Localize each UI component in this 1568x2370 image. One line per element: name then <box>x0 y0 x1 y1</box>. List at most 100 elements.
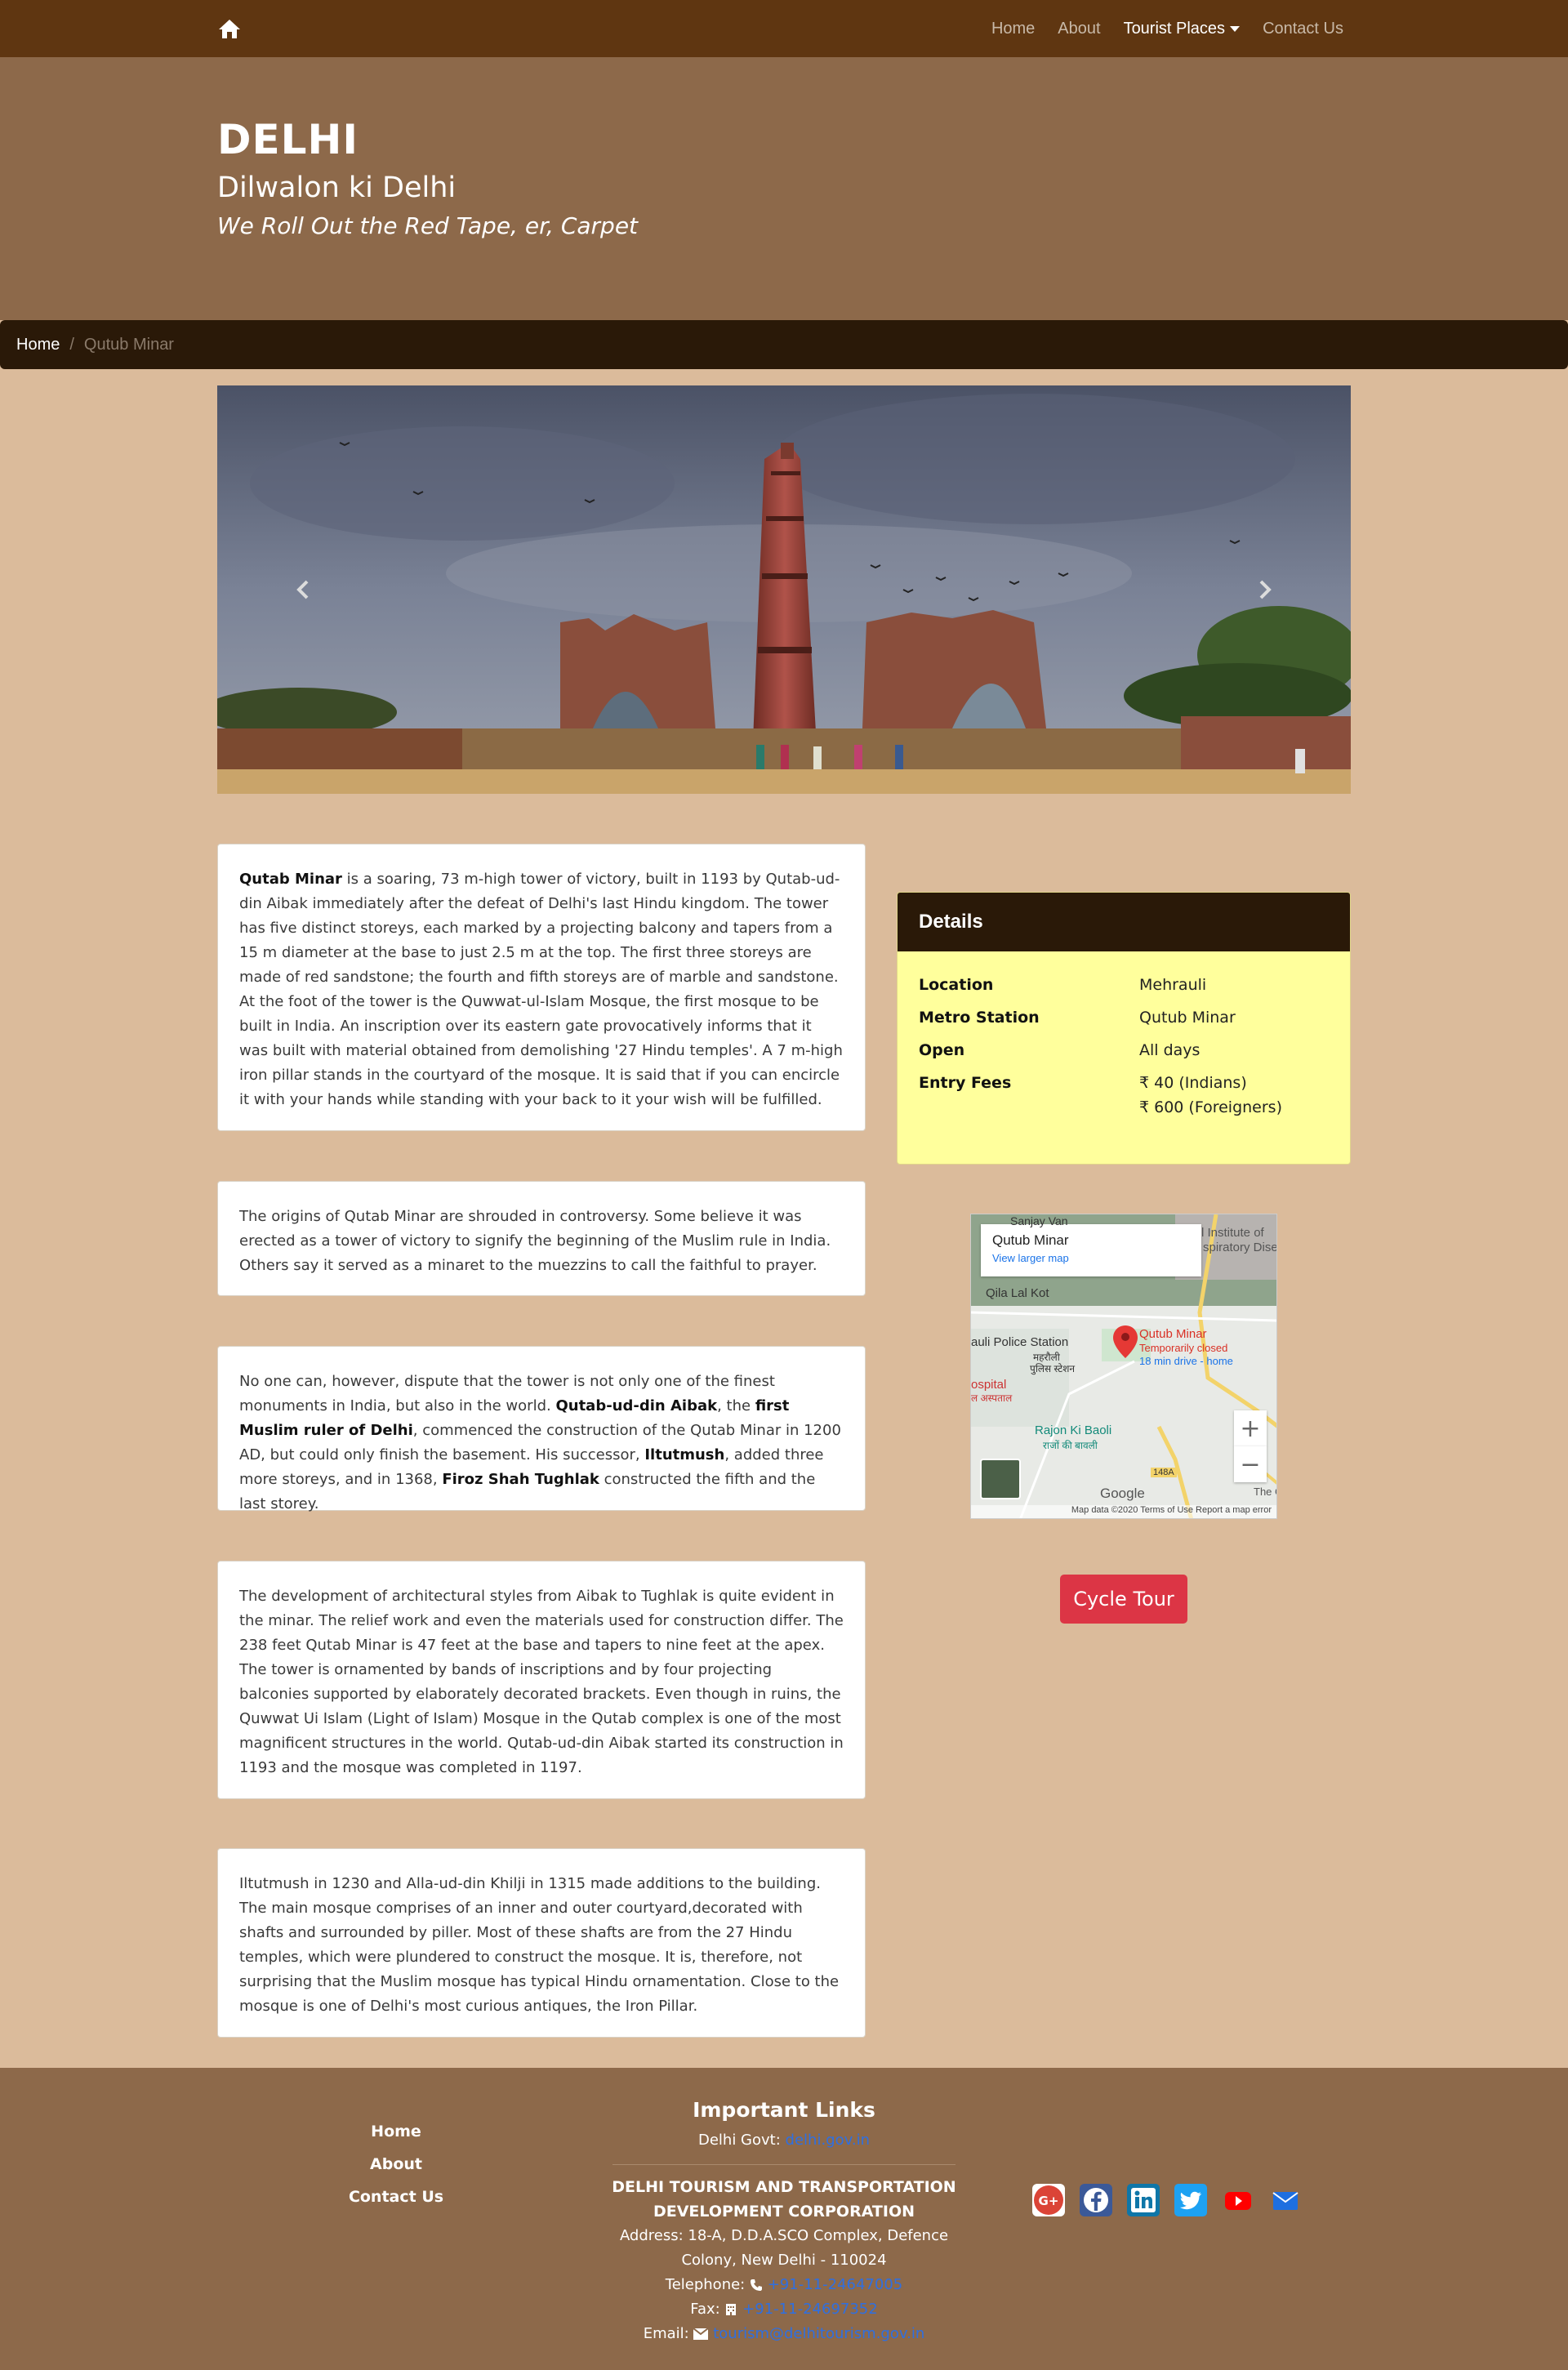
paragraph-text: , the <box>717 1397 755 1414</box>
breadcrumb-home[interactable]: Home <box>16 336 60 354</box>
bold-text: Iltutmush <box>644 1446 725 1463</box>
info-card-1: Qutab Minar is a soaring, 73 m-high towe… <box>217 844 866 1131</box>
org-address: Address: 18-A, D.D.A.SCO Complex, Defenc… <box>619 2227 949 2269</box>
govt-label: Delhi Govt: <box>697 2132 781 2149</box>
map-pin-drive: 18 min drive - home <box>1139 1355 1233 1367</box>
home-icon[interactable] <box>217 18 242 39</box>
view-larger-map-link[interactable]: View larger map <box>992 1252 1190 1264</box>
info-card-3: No one can, however, dispute that the to… <box>217 1346 866 1512</box>
info-paragraph: No one can, however, dispute that the to… <box>239 1370 844 1517</box>
telephone-label: Telephone: <box>665 2276 746 2293</box>
nav-about-link[interactable]: About <box>1058 20 1100 38</box>
phone-icon <box>750 2276 768 2293</box>
details-key: Open <box>919 1041 965 1059</box>
org-name: DELHI TOURISM AND TRANSPORTATION DEVELOP… <box>612 2178 956 2221</box>
info-card-2: The origins of Qutab Minar are shrouded … <box>217 1181 866 1296</box>
footer-about-link[interactable]: About <box>327 2148 466 2181</box>
map-label: The Ga <box>1254 1486 1276 1498</box>
google-logo: Google <box>1100 1486 1145 1501</box>
nav-tourist-places-dropdown[interactable]: Tourist Places <box>1124 20 1241 38</box>
map-footer: Map data ©2020 Terms of Use Report a map… <box>971 1505 1276 1518</box>
details-value: Mehrauli <box>1139 976 1207 994</box>
map-pin-title: Qutub Minar <box>1139 1327 1207 1341</box>
google-map[interactable]: Qutub Minar View larger map Sanjay Van l… <box>970 1214 1277 1519</box>
details-row: Entry Fees ₹ 40 (Indians) ₹ 600 (Foreign… <box>919 1071 1329 1120</box>
details-key: Entry Fees <box>919 1074 1012 1092</box>
map-label: पुलिस स्टेशन <box>1030 1363 1076 1374</box>
info-paragraph: The origins of Qutab Minar are shrouded … <box>239 1208 831 1274</box>
info-paragraph: The development of architectural styles … <box>239 1588 844 1776</box>
map-place-title: Qutub Minar <box>992 1232 1069 1248</box>
details-row: Location Mehrauli <box>919 973 1329 997</box>
nav-contact-link[interactable]: Contact Us <box>1263 20 1343 38</box>
details-key: Location <box>919 976 994 994</box>
fax-line: Fax: +91-11-24697352 <box>604 2297 964 2322</box>
email-label: Email: <box>643 2325 689 2342</box>
paragraph-text: is a soaring, 73 m-high tower of victory… <box>239 871 843 1108</box>
page-subtitle: Dilwalon ki Delhi <box>217 172 457 204</box>
cycle-tour-button[interactable]: Cycle Tour <box>1060 1575 1187 1624</box>
map-pin-icon[interactable] <box>1113 1325 1138 1358</box>
chevron-right-icon[interactable] <box>1253 573 1277 606</box>
youtube-icon[interactable] <box>1222 2184 1254 2216</box>
map-label: राजों की बावली <box>1043 1440 1098 1451</box>
map-label: auli Police Station <box>971 1335 1069 1349</box>
details-row: Open All days <box>919 1038 1329 1062</box>
email-icon[interactable] <box>1269 2184 1302 2216</box>
facebook-icon[interactable] <box>1080 2184 1112 2216</box>
map-label: spiratory Dise <box>1203 1241 1277 1254</box>
fax-label: Fax: <box>690 2301 720 2318</box>
zoom-in-button[interactable]: + <box>1234 1410 1267 1446</box>
google-plus-icon[interactable]: G+ <box>1032 2184 1065 2216</box>
chevron-left-icon[interactable] <box>291 573 315 606</box>
telephone-link[interactable]: +91-11-24647005 <box>768 2276 903 2293</box>
info-card-5: Iltutmush in 1230 and Alla-ud-din Khilji… <box>217 1848 866 2038</box>
info-paragraph: Iltutmush in 1230 and Alla-ud-din Khilji… <box>239 1875 840 2015</box>
nav-links: Home About Tourist Places Contact Us <box>969 0 1343 57</box>
entry-fee-foreigners: ₹ 600 (Foreigners) <box>1139 1098 1282 1116</box>
details-body: Location Mehrauli Metro Station Qutub Mi… <box>898 951 1350 1120</box>
details-value: ₹ 40 (Indians) ₹ 600 (Foreigners) <box>1139 1071 1282 1120</box>
fax-link[interactable]: +91-11-24697352 <box>742 2301 878 2318</box>
details-value: All days <box>1139 1041 1200 1059</box>
email-link[interactable]: tourism@delhitourism.gov.in <box>713 2325 924 2342</box>
footer-contact-link[interactable]: Contact Us <box>327 2181 466 2213</box>
bold-text: Qutab-ud-din Aibak <box>555 1397 718 1414</box>
map-label: Rajon Ki Baoli <box>1035 1423 1112 1437</box>
image-carousel[interactable] <box>217 385 1351 794</box>
nav-tourist-places-label: Tourist Places <box>1123 19 1226 38</box>
email-line: Email: tourism@delhitourism.gov.in <box>604 2322 964 2346</box>
bold-text: Firoz Shah Tughlak <box>442 1471 599 1488</box>
map-label: ल अस्पताल <box>971 1392 1013 1404</box>
details-value: Qutub Minar <box>1139 1009 1236 1027</box>
important-links-heading: Important Links <box>693 2098 875 2122</box>
entry-fee-indians: ₹ 40 (Indians) <box>1139 1074 1247 1092</box>
footer: Home About Contact Us Important Links De… <box>0 2068 1568 2370</box>
telephone-line: Telephone: +91-11-24647005 <box>604 2273 964 2297</box>
page-tagline: We Roll Out the Red Tape, er, Carpet <box>217 212 639 239</box>
hero-header: DELHI Dilwalon ki Delhi We Roll Out the … <box>0 57 1568 320</box>
footer-divider <box>612 2164 956 2165</box>
zoom-out-button[interactable]: − <box>1234 1446 1267 1482</box>
details-row: Metro Station Qutub Minar <box>919 1005 1329 1030</box>
bold-text: Qutab Minar <box>239 871 342 888</box>
linkedin-icon[interactable] <box>1127 2184 1160 2216</box>
svg-text:G+: G+ <box>1039 2194 1059 2208</box>
footer-home-link[interactable]: Home <box>327 2115 466 2148</box>
caret-down-icon <box>1230 25 1241 32</box>
twitter-icon[interactable] <box>1174 2184 1207 2216</box>
map-label: l Institute of <box>1201 1226 1264 1240</box>
fax-icon <box>724 2301 742 2318</box>
govt-link-line: Delhi Govt: delhi.gov.in <box>604 2128 964 2153</box>
map-label: Sanjay Van <box>1010 1214 1068 1227</box>
footer-links: Home About Contact Us <box>327 2115 466 2213</box>
info-card-4: The development of architectural styles … <box>217 1561 866 1799</box>
govt-link[interactable]: delhi.gov.in <box>786 2132 870 2149</box>
map-road-label: 148A <box>1151 1468 1177 1477</box>
navbar: Home About Tourist Places Contact Us <box>0 0 1568 57</box>
details-heading: Details <box>898 893 1350 951</box>
nav-home-link[interactable]: Home <box>991 20 1035 38</box>
page-title: DELHI <box>217 116 359 163</box>
social-icons: G+ <box>1032 2184 1302 2216</box>
info-paragraph: Qutab Minar is a soaring, 73 m-high towe… <box>239 867 844 1112</box>
